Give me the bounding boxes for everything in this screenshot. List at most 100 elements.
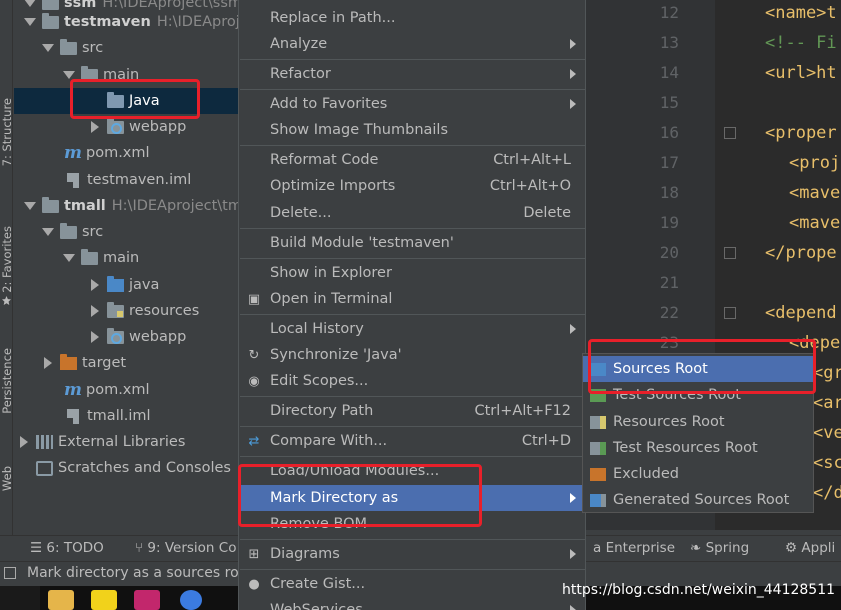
code-line[interactable]: <url>ht: [765, 63, 837, 83]
applications-tab[interactable]: ⚙ Appli: [785, 540, 835, 556]
submenu-item-resources-root[interactable]: Resources Root: [583, 409, 813, 435]
expand-arrow-icon[interactable]: [42, 226, 54, 238]
favorites-tab-label: 2: Favorites: [0, 226, 14, 293]
line-number: 22: [659, 303, 679, 322]
expand-arrow-icon[interactable]: [42, 42, 54, 54]
menu-item-synchronize[interactable]: ↻ Synchronize 'Java': [239, 342, 586, 368]
submenu-item-test-sources-root[interactable]: Test Sources Root: [583, 382, 813, 408]
tree-row-iml[interactable]: testmaven.iml: [14, 167, 238, 193]
expand-arrow-icon[interactable]: [24, 200, 36, 212]
version-control-tab[interactable]: ⑂ 9: Version Co: [135, 540, 236, 556]
structure-tab[interactable]: 7: Structure: [0, 98, 14, 166]
code-line[interactable]: </prope: [765, 243, 837, 263]
todo-tab[interactable]: ☰ 6: TODO: [30, 540, 104, 556]
code-line[interactable]: <proj: [789, 153, 840, 173]
tree-row-main[interactable]: main: [14, 62, 238, 88]
project-tree[interactable]: ssm H:\IDEAproject\ssm testmaven H:\IDEA…: [14, 0, 238, 535]
collapse-arrow-icon[interactable]: [89, 279, 101, 291]
menu-item-edit-scopes[interactable]: ◉ Edit Scopes...: [239, 368, 586, 394]
menu-item-remove-bom[interactable]: Remove BOM: [239, 511, 586, 537]
menu-item-mark-directory-as[interactable]: Mark Directory as: [239, 485, 586, 511]
menu-item-webservices[interactable]: WebServices: [239, 597, 586, 610]
fold-marker-icon[interactable]: [724, 307, 736, 319]
collapse-arrow-icon[interactable]: [42, 357, 54, 369]
web-folder-icon: [107, 327, 124, 344]
folder-icon: [81, 248, 98, 265]
windows-start-icon[interactable]: [0, 586, 40, 610]
submenu-item-excluded[interactable]: Excluded: [583, 461, 813, 487]
tree-row-pom[interactable]: m pom.xml: [14, 140, 238, 166]
code-line[interactable]: <sc: [813, 453, 841, 473]
code-line[interactable]: <gr: [813, 363, 841, 383]
tree-row-main[interactable]: main: [14, 245, 238, 271]
code-line[interactable]: <name>t: [765, 3, 837, 23]
status-square-icon[interactable]: [4, 567, 16, 579]
chrome-icon[interactable]: [180, 590, 202, 610]
menu-item-reformat-code[interactable]: Reformat Code Ctrl+Alt+L: [239, 147, 586, 173]
tree-row-src[interactable]: src: [14, 35, 238, 61]
tree-row-webapp[interactable]: webapp: [14, 324, 238, 350]
fold-marker-icon[interactable]: [724, 127, 736, 139]
menu-item-load-unload-modules[interactable]: Load/Unload Modules...: [239, 458, 586, 484]
code-line[interactable]: <depe: [789, 333, 840, 353]
menu-item-local-history[interactable]: Local History: [239, 316, 586, 342]
fold-marker-icon[interactable]: [724, 247, 736, 259]
menu-item-show-image-thumbnails[interactable]: Show Image Thumbnails: [239, 117, 586, 143]
intellij-icon[interactable]: [134, 590, 160, 610]
tree-row-java[interactable]: java: [14, 272, 238, 298]
file-explorer-icon[interactable]: [48, 590, 74, 610]
menu-item-create-gist[interactable]: ● Create Gist...: [239, 571, 586, 597]
collapse-arrow-icon[interactable]: [89, 331, 101, 343]
menu-item-refactor[interactable]: Refactor: [239, 61, 586, 87]
code-line[interactable]: </der: [813, 483, 841, 503]
expand-arrow-icon[interactable]: [24, 0, 36, 9]
menu-item-replace-in-path[interactable]: Replace in Path...: [239, 5, 586, 31]
menu-item-compare-with[interactable]: ⇄ Compare With... Ctrl+D: [239, 428, 586, 454]
submenu-item-test-resources-root[interactable]: Test Resources Root: [583, 435, 813, 461]
tree-row-webapp[interactable]: webapp: [14, 114, 238, 140]
tree-row-scratches[interactable]: Scratches and Consoles: [14, 455, 238, 481]
tree-row-src[interactable]: src: [14, 219, 238, 245]
tree-row-target[interactable]: target: [14, 350, 238, 376]
menu-item-build-module[interactable]: Build Module 'testmaven': [239, 230, 586, 256]
expand-arrow-icon[interactable]: [63, 252, 75, 264]
code-line[interactable]: <depend: [765, 303, 837, 323]
java-enterprise-tab[interactable]: a Enterprise: [593, 540, 675, 556]
collapse-arrow-icon[interactable]: [89, 121, 101, 133]
expand-arrow-icon[interactable]: [24, 16, 36, 28]
persistence-tab[interactable]: Persistence: [0, 348, 14, 414]
expand-arrow-icon[interactable]: [63, 69, 75, 81]
menu-item-analyze[interactable]: Analyze: [239, 31, 586, 57]
tree-row-iml[interactable]: tmall.iml: [14, 403, 238, 429]
code-line[interactable]: <ve: [813, 423, 841, 443]
menu-item-open-in-terminal[interactable]: ▣ Open in Terminal: [239, 286, 586, 312]
context-menu[interactable]: Replace in Path... Analyze Refactor Add …: [238, 0, 586, 610]
tree-row-testmaven[interactable]: testmaven H:\IDEAproject: [14, 9, 238, 35]
tree-row-resources[interactable]: resources: [14, 298, 238, 324]
code-line[interactable]: <proper: [765, 123, 837, 143]
web-tab[interactable]: Web: [0, 466, 14, 491]
menu-item-show-in-explorer[interactable]: Show in Explorer: [239, 260, 586, 286]
menu-item-add-to-favorites[interactable]: Add to Favorites: [239, 91, 586, 117]
code-line[interactable]: <mave: [789, 183, 840, 203]
mark-directory-submenu[interactable]: Sources Root Test Sources Root Resources…: [582, 353, 814, 513]
submenu-item-generated-sources-root[interactable]: Generated Sources Root: [583, 487, 813, 513]
menu-item-diagrams[interactable]: ⊞ Diagrams: [239, 541, 586, 567]
collapse-arrow-icon[interactable]: [89, 305, 101, 317]
tree-row-pom[interactable]: m pom.xml: [14, 377, 238, 403]
test-resources-root-icon: [590, 441, 606, 455]
app-icon[interactable]: [91, 590, 117, 610]
collapse-arrow-icon[interactable]: [18, 436, 30, 448]
menu-item-optimize-imports[interactable]: Optimize Imports Ctrl+Alt+O: [239, 173, 586, 199]
favorites-tab[interactable]: 2: Favorites: [0, 226, 14, 305]
menu-item-delete[interactable]: Delete... Delete: [239, 200, 586, 226]
menu-item-directory-path[interactable]: Directory Path Ctrl+Alt+F12: [239, 398, 586, 424]
tree-row-java-selected[interactable]: Java: [14, 88, 238, 114]
code-line[interactable]: <ar: [813, 393, 841, 413]
code-line[interactable]: <mave: [789, 213, 840, 233]
submenu-item-sources-root[interactable]: Sources Root: [583, 356, 813, 382]
tree-row-external-libraries[interactable]: External Libraries: [14, 429, 238, 455]
spring-tab[interactable]: ❧ Spring: [690, 540, 749, 556]
code-line[interactable]: <!-- Fi: [765, 33, 837, 53]
tree-row-tmall[interactable]: tmall H:\IDEAproject\tm: [14, 193, 238, 219]
